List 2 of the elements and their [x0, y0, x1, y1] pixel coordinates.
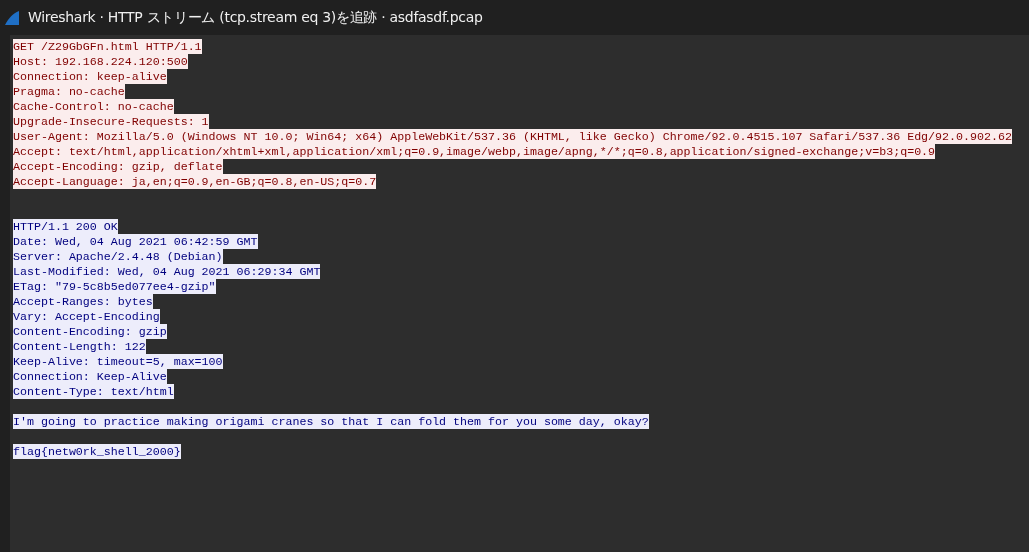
window-title: Wireshark · HTTP ストリーム (tcp.stream eq 3)を追跡 · asdfasdf.pcap — [28, 8, 483, 27]
app-icon — [4, 9, 20, 26]
